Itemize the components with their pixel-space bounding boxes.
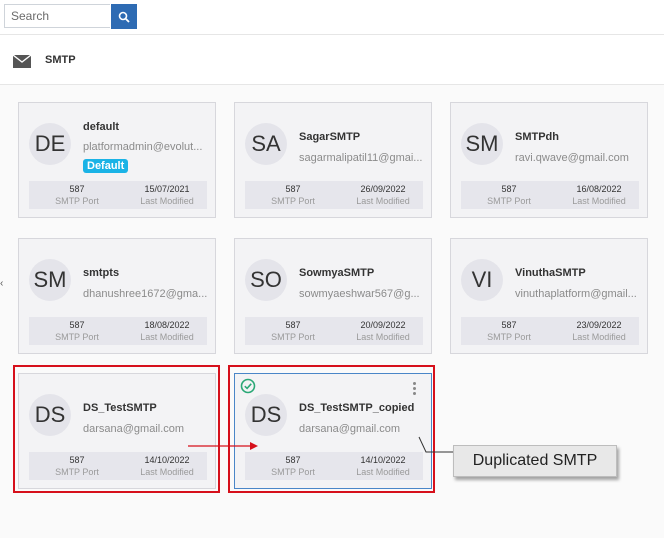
duplicated-smtp-callout: Duplicated SMTP [453,445,617,477]
